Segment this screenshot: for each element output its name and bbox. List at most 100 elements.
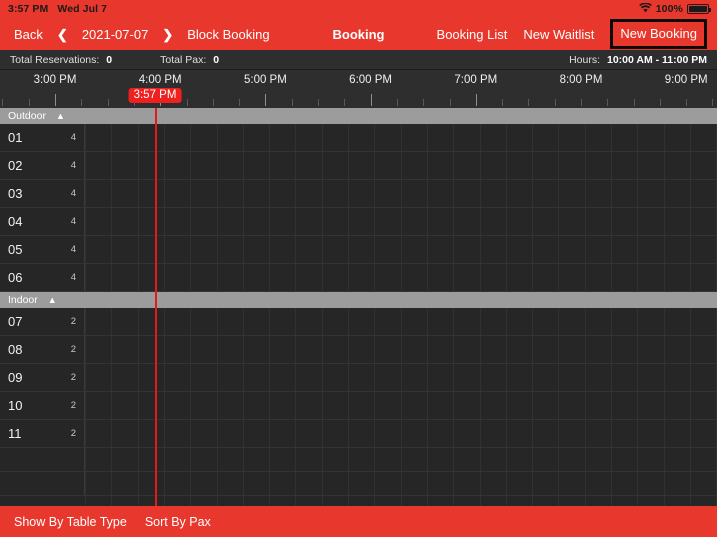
summary-info-bar: Total Reservations: 0 Total Pax: 0 Hours…	[0, 50, 717, 70]
new-waitlist-button[interactable]: New Waitlist	[523, 28, 594, 41]
timeline-hour-label: 7:00 PM	[454, 74, 498, 86]
table-timeslot-lane[interactable]	[85, 236, 717, 263]
table-pax-capacity: 2	[70, 400, 76, 411]
section-header-outdoor[interactable]: Outdoor ▲	[0, 108, 717, 124]
table-number: 04	[8, 214, 23, 229]
table-number: 07	[8, 314, 23, 329]
chevron-up-icon[interactable]: ▲	[56, 111, 65, 121]
booking-list-button[interactable]: Booking List	[437, 28, 508, 41]
back-button[interactable]: Back	[14, 28, 43, 41]
current-time-line	[155, 108, 157, 506]
timeline-quarter-tick	[2, 99, 3, 106]
date-label[interactable]: 2021-07-07	[82, 28, 149, 41]
show-by-table-type-button[interactable]: Show By Table Type	[14, 515, 127, 529]
table-timeslot-lane[interactable]	[85, 208, 717, 235]
table-label-cell[interactable]: 06 4	[0, 264, 85, 291]
table-label-cell[interactable]: 01 4	[0, 124, 85, 151]
chevron-left-icon[interactable]: ❮	[57, 28, 68, 41]
timeline-quarter-tick	[686, 99, 687, 106]
timeline-header[interactable]: 3:00 PM 4:00 PM 5:00 PM 6:00 PM 7:00 PM 8:00 …	[0, 70, 717, 108]
table-label-cell[interactable]: 08 2	[0, 336, 85, 363]
timeline-quarter-tick	[397, 99, 398, 106]
table-pax-capacity: 4	[70, 132, 76, 143]
table-timeslot-lane[interactable]	[85, 364, 717, 391]
table-row[interactable]: 03 4	[0, 180, 717, 208]
table-number: 09	[8, 370, 23, 385]
table-row[interactable]: 07 2	[0, 308, 717, 336]
timeline-quarter-tick	[528, 99, 529, 106]
timeline-quarter-tick	[712, 99, 713, 106]
timeline-quarter-tick	[187, 99, 188, 106]
table-label-cell[interactable]: 04 4	[0, 208, 85, 235]
table-label-cell[interactable]: 03 4	[0, 180, 85, 207]
status-bar-right: 100%	[638, 2, 711, 16]
timeline-hour-tick	[476, 94, 477, 106]
table-row[interactable]: 10 2	[0, 392, 717, 420]
table-timeslot-lane[interactable]	[85, 420, 717, 447]
table-label-cell[interactable]: 09 2	[0, 364, 85, 391]
table-timeslot-lane[interactable]	[85, 392, 717, 419]
table-row[interactable]: 04 4	[0, 208, 717, 236]
table-timeslot-lane[interactable]	[85, 124, 717, 151]
timeline-quarter-tick	[634, 99, 635, 106]
timeline-hour-label: 3:00 PM	[33, 74, 77, 86]
total-reservations-value: 0	[106, 53, 113, 66]
timeline-hour-tick	[55, 94, 56, 106]
table-number: 06	[8, 270, 23, 285]
table-timeslot-lane[interactable]	[85, 180, 717, 207]
table-pax-capacity: 4	[70, 216, 76, 227]
table-pax-capacity: 4	[70, 272, 76, 283]
table-timeslot-lane[interactable]	[85, 264, 717, 291]
timeline-quarter-tick	[502, 99, 503, 106]
nav-right-group: Booking List New Waitlist New Booking	[437, 19, 717, 49]
chevron-up-icon[interactable]: ▲	[48, 295, 57, 305]
timeline-quarter-tick	[29, 99, 30, 106]
status-bar-date: Wed Jul 7	[57, 3, 108, 15]
table-row[interactable]: 11 2	[0, 420, 717, 448]
top-navigation-bar: Back ❮ 2021-07-07 ❯ Block Booking Bookin…	[0, 18, 717, 50]
table-number: 02	[8, 158, 23, 173]
timeline-quarter-tick	[108, 99, 109, 106]
table-label-cell[interactable]: 07 2	[0, 308, 85, 335]
timeline-hour-label: 5:00 PM	[243, 74, 287, 86]
chevron-right-icon[interactable]: ❯	[162, 28, 173, 41]
sections-container: Outdoor ▲ 01 4 02 4 03 4 04 4 05 4 06 4 Indoor ▲ 07 2 08 2 0…	[0, 108, 717, 496]
timeline-quarter-tick	[660, 99, 661, 106]
table-row[interactable]: 05 4	[0, 236, 717, 264]
table-pax-capacity: 2	[70, 372, 76, 383]
booking-grid[interactable]: Outdoor ▲ 01 4 02 4 03 4 04 4 05 4 06 4 Indoor ▲ 07 2 08 2 0…	[0, 108, 717, 506]
total-reservations-label: Total Reservations:	[10, 53, 100, 66]
table-number: 08	[8, 342, 23, 357]
new-booking-button[interactable]: New Booking	[610, 19, 707, 49]
table-label-cell[interactable]: 02 4	[0, 152, 85, 179]
sort-by-pax-button[interactable]: Sort By Pax	[145, 515, 211, 529]
timeline-hour-label: 9:00 PM	[664, 74, 708, 86]
table-row[interactable]: 08 2	[0, 336, 717, 364]
table-row[interactable]: 01 4	[0, 124, 717, 152]
table-pax-capacity: 4	[70, 160, 76, 171]
table-timeslot-lane[interactable]	[85, 336, 717, 363]
timeline-quarter-tick	[344, 99, 345, 106]
table-pax-capacity: 2	[70, 428, 76, 439]
table-label-cell[interactable]: 05 4	[0, 236, 85, 263]
section-header-indoor[interactable]: Indoor ▲	[0, 292, 717, 308]
table-number: 01	[8, 130, 23, 145]
empty-label-cell	[0, 448, 85, 471]
table-label-cell[interactable]: 10 2	[0, 392, 85, 419]
table-timeslot-lane[interactable]	[85, 308, 717, 335]
hours-label: Hours:	[569, 53, 600, 66]
hours-value: 10:00 AM - 11:00 PM	[607, 53, 707, 66]
table-row[interactable]: 02 4	[0, 152, 717, 180]
block-booking-button[interactable]: Block Booking	[187, 28, 269, 41]
table-row[interactable]: 09 2	[0, 364, 717, 392]
table-pax-capacity: 2	[70, 316, 76, 327]
table-timeslot-lane[interactable]	[85, 152, 717, 179]
total-pax-value: 0	[213, 53, 220, 66]
timeline-quarter-tick	[423, 99, 424, 106]
table-pax-capacity: 2	[70, 344, 76, 355]
timeline-quarter-tick	[607, 99, 608, 106]
section-name: Indoor	[8, 294, 38, 306]
current-time-badge: 3:57 PM	[128, 88, 182, 103]
table-label-cell[interactable]: 11 2	[0, 420, 85, 447]
table-row[interactable]: 06 4	[0, 264, 717, 292]
